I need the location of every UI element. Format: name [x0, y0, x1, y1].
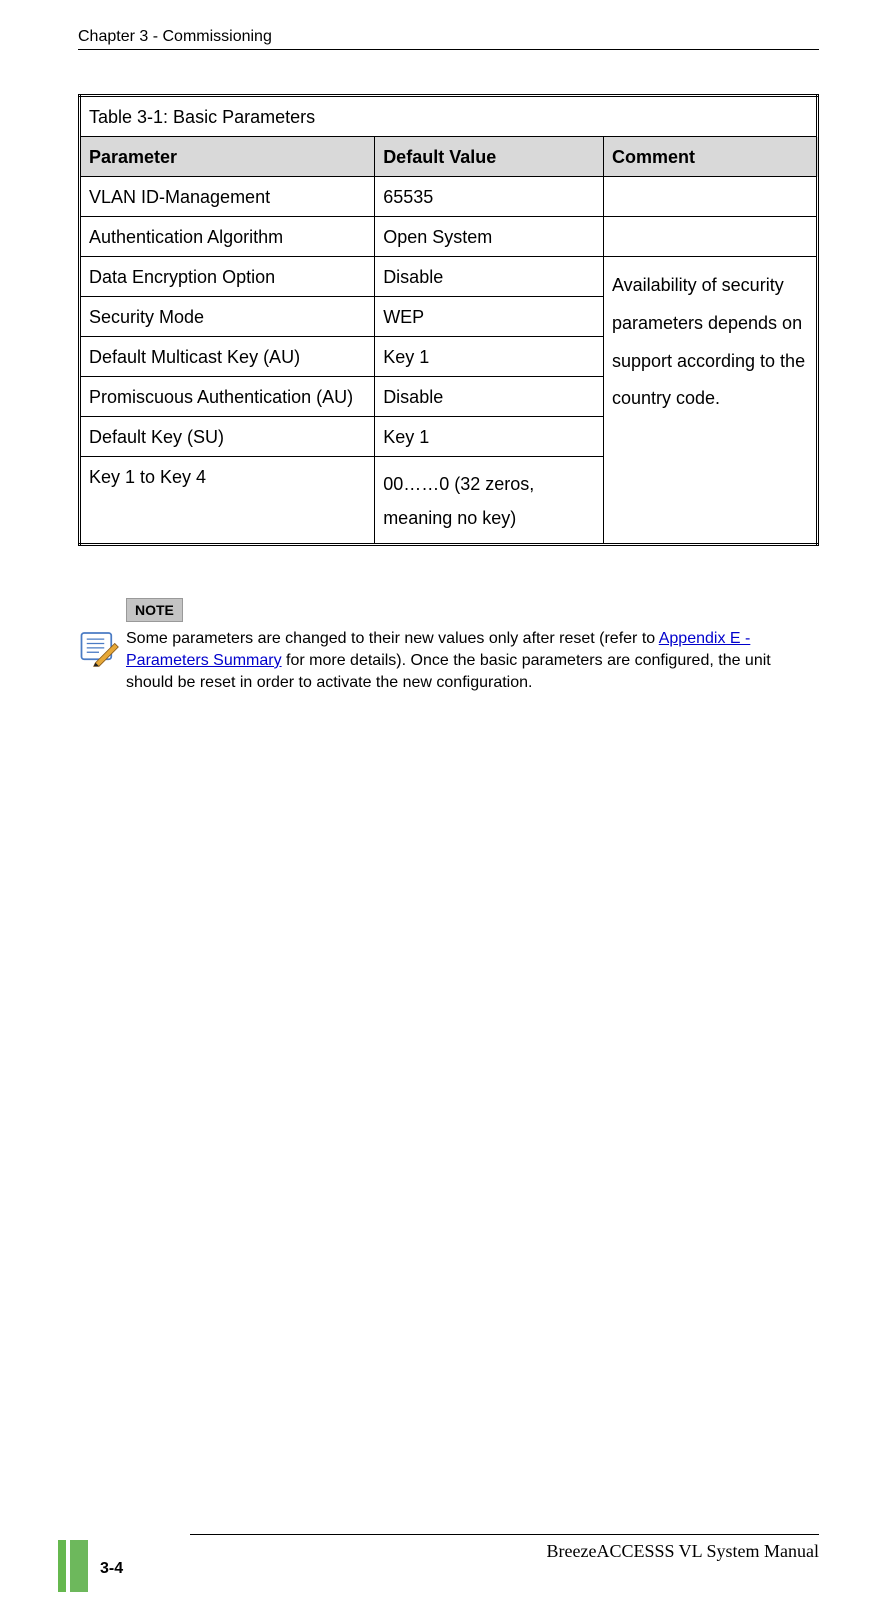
note-pencil-icon [78, 626, 120, 668]
note-text: Some parameters are changed to their new… [126, 628, 819, 693]
param-cell: VLAN ID-Management [80, 177, 375, 217]
col-default-value: Default Value [375, 137, 604, 177]
note-icon-col [78, 598, 126, 673]
default-cell: Disable [375, 377, 604, 417]
table-row: Data Encryption Option Disable Availabil… [80, 257, 818, 297]
param-cell: Key 1 to Key 4 [80, 457, 375, 545]
col-parameter: Parameter [80, 137, 375, 177]
default-cell: 00……0 (32 zeros, meaning no key) [375, 457, 604, 545]
note-label: NOTE [126, 598, 183, 622]
comment-cell [603, 177, 817, 217]
page-header: Chapter 3 - Commissioning [78, 28, 819, 50]
green-bar-icon [70, 1540, 88, 1592]
comment-cell-merged: Availability of security parameters depe… [603, 257, 817, 545]
green-bar-icon [58, 1540, 66, 1592]
appendix-link-2[interactable]: Parameters Summary [126, 652, 282, 669]
table-row: VLAN ID-Management 65535 [80, 177, 818, 217]
param-cell: Default Key (SU) [80, 417, 375, 457]
table-title: Table 3-1: Basic Parameters [80, 96, 818, 137]
note-block: NOTE Some parameters are changed to thei… [78, 598, 819, 693]
default-cell: Disable [375, 257, 604, 297]
note-text-pre: Some parameters are changed to their new… [126, 630, 659, 647]
default-cell: WEP [375, 297, 604, 337]
default-cell: Key 1 [375, 417, 604, 457]
footer-title: BreezeACCESSS VL System Manual [190, 1534, 819, 1562]
param-cell: Data Encryption Option [80, 257, 375, 297]
note-content: NOTE Some parameters are changed to thei… [126, 598, 819, 693]
default-cell: Open System [375, 217, 604, 257]
table-header-row: Parameter Default Value Comment [80, 137, 818, 177]
table-row: Authentication Algorithm Open System [80, 217, 818, 257]
default-cell: 65535 [375, 177, 604, 217]
page-number: 3-4 [100, 1560, 123, 1578]
footer-decoration-bars [58, 1540, 88, 1597]
param-cell: Promiscuous Authentication (AU) [80, 377, 375, 417]
comment-cell [603, 217, 817, 257]
default-cell: Key 1 [375, 337, 604, 377]
page-footer: BreezeACCESSS VL System Manual 3-4 [0, 1534, 819, 1562]
col-comment: Comment [603, 137, 817, 177]
appendix-link-1[interactable]: Appendix E - [659, 630, 751, 647]
content-area: Table 3-1: Basic Parameters Parameter De… [78, 94, 819, 693]
basic-parameters-table: Table 3-1: Basic Parameters Parameter De… [78, 94, 819, 546]
chapter-title: Chapter 3 - Commissioning [78, 28, 272, 45]
param-cell: Default Multicast Key (AU) [80, 337, 375, 377]
param-cell: Authentication Algorithm [80, 217, 375, 257]
param-cell: Security Mode [80, 297, 375, 337]
